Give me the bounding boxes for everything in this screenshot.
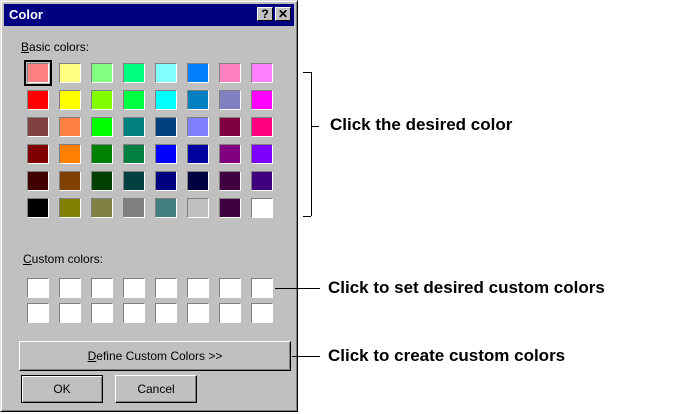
basic-color-swatch[interactable]: [123, 117, 145, 137]
basic-color-swatch[interactable]: [59, 198, 81, 218]
basic-color-swatch[interactable]: [91, 117, 113, 137]
basic-color-swatch[interactable]: [155, 198, 177, 218]
basic-color-swatch[interactable]: [59, 144, 81, 164]
bracket-line: [311, 72, 312, 216]
basic-color-swatch[interactable]: [155, 117, 177, 137]
custom-color-swatch[interactable]: [123, 303, 145, 323]
custom-color-swatch[interactable]: [123, 278, 145, 298]
basic-color-swatch[interactable]: [219, 144, 241, 164]
basic-color-swatch[interactable]: [59, 90, 81, 110]
basic-color-swatch[interactable]: [251, 144, 273, 164]
pointer-line: [292, 356, 320, 357]
basic-color-swatch[interactable]: [251, 198, 273, 218]
basic-color-swatch[interactable]: [91, 198, 113, 218]
basic-color-swatch[interactable]: [91, 63, 113, 83]
define-custom-colors-button[interactable]: Define Custom Colors >>: [19, 341, 291, 371]
custom-color-swatch[interactable]: [27, 303, 49, 323]
pointer-line: [275, 288, 320, 289]
custom-color-swatch[interactable]: [251, 303, 273, 323]
cancel-button[interactable]: Cancel: [115, 375, 197, 403]
basic-color-swatch[interactable]: [59, 63, 81, 83]
custom-color-swatch[interactable]: [155, 303, 177, 323]
annotation-custom: Click to set desired custom colors: [328, 278, 605, 297]
custom-color-swatch[interactable]: [251, 278, 273, 298]
basic-color-swatch[interactable]: [27, 117, 49, 137]
help-button[interactable]: ?: [257, 7, 273, 21]
basic-color-swatch[interactable]: [155, 63, 177, 83]
close-button[interactable]: ✕: [275, 7, 291, 21]
basic-color-swatch[interactable]: [155, 144, 177, 164]
custom-color-swatch[interactable]: [59, 303, 81, 323]
color-dialog: Color ? ✕ Basic colors: Custom colors: D…: [0, 0, 298, 412]
basic-color-swatch[interactable]: [24, 60, 52, 86]
bracket-line: [303, 72, 311, 73]
basic-color-swatch[interactable]: [187, 198, 209, 218]
basic-color-swatch[interactable]: [219, 171, 241, 191]
bracket-line: [311, 126, 319, 127]
basic-color-swatch[interactable]: [123, 144, 145, 164]
basic-color-swatch[interactable]: [91, 171, 113, 191]
custom-colors-label: Custom colors:: [23, 252, 104, 266]
custom-color-swatch[interactable]: [91, 278, 113, 298]
custom-color-swatch[interactable]: [155, 278, 177, 298]
basic-color-swatch[interactable]: [27, 198, 49, 218]
ok-button[interactable]: OK: [21, 375, 103, 403]
basic-color-swatch[interactable]: [187, 90, 209, 110]
bracket-line: [303, 216, 311, 217]
basic-color-swatch[interactable]: [59, 117, 81, 137]
basic-color-swatch[interactable]: [219, 198, 241, 218]
annotation-basic: Click the desired color: [330, 115, 513, 134]
basic-color-swatch[interactable]: [251, 117, 273, 137]
close-icon: ✕: [277, 7, 289, 21]
basic-color-swatch[interactable]: [155, 171, 177, 191]
basic-color-swatch[interactable]: [27, 144, 49, 164]
basic-colors-label: Basic colors:: [21, 40, 90, 54]
basic-color-swatch[interactable]: [219, 90, 241, 110]
basic-color-swatch[interactable]: [123, 90, 145, 110]
basic-color-swatch[interactable]: [123, 63, 145, 83]
basic-color-swatch[interactable]: [27, 90, 49, 110]
custom-color-swatch[interactable]: [187, 303, 209, 323]
basic-color-swatch[interactable]: [123, 198, 145, 218]
basic-color-swatch[interactable]: [155, 90, 177, 110]
dialog-title: Color: [9, 7, 43, 22]
basic-color-swatch[interactable]: [91, 144, 113, 164]
basic-color-swatch[interactable]: [187, 144, 209, 164]
basic-color-swatch[interactable]: [91, 90, 113, 110]
title-bar: Color ? ✕: [4, 4, 294, 26]
basic-color-swatch[interactable]: [187, 63, 209, 83]
annotation-define: Click to create custom colors: [328, 346, 566, 365]
basic-color-swatch[interactable]: [219, 63, 241, 83]
basic-color-swatch[interactable]: [251, 90, 273, 110]
custom-color-swatch[interactable]: [59, 278, 81, 298]
basic-color-swatch[interactable]: [251, 63, 273, 83]
custom-color-swatch[interactable]: [27, 278, 49, 298]
custom-color-swatch[interactable]: [219, 278, 241, 298]
basic-color-swatch[interactable]: [27, 171, 49, 191]
basic-color-swatch[interactable]: [251, 171, 273, 191]
basic-color-swatch[interactable]: [219, 117, 241, 137]
basic-color-swatch[interactable]: [59, 171, 81, 191]
basic-color-swatch[interactable]: [187, 117, 209, 137]
custom-color-swatch[interactable]: [219, 303, 241, 323]
custom-color-swatch[interactable]: [91, 303, 113, 323]
basic-color-swatch[interactable]: [123, 171, 145, 191]
custom-color-swatch[interactable]: [187, 278, 209, 298]
basic-color-swatch[interactable]: [187, 171, 209, 191]
